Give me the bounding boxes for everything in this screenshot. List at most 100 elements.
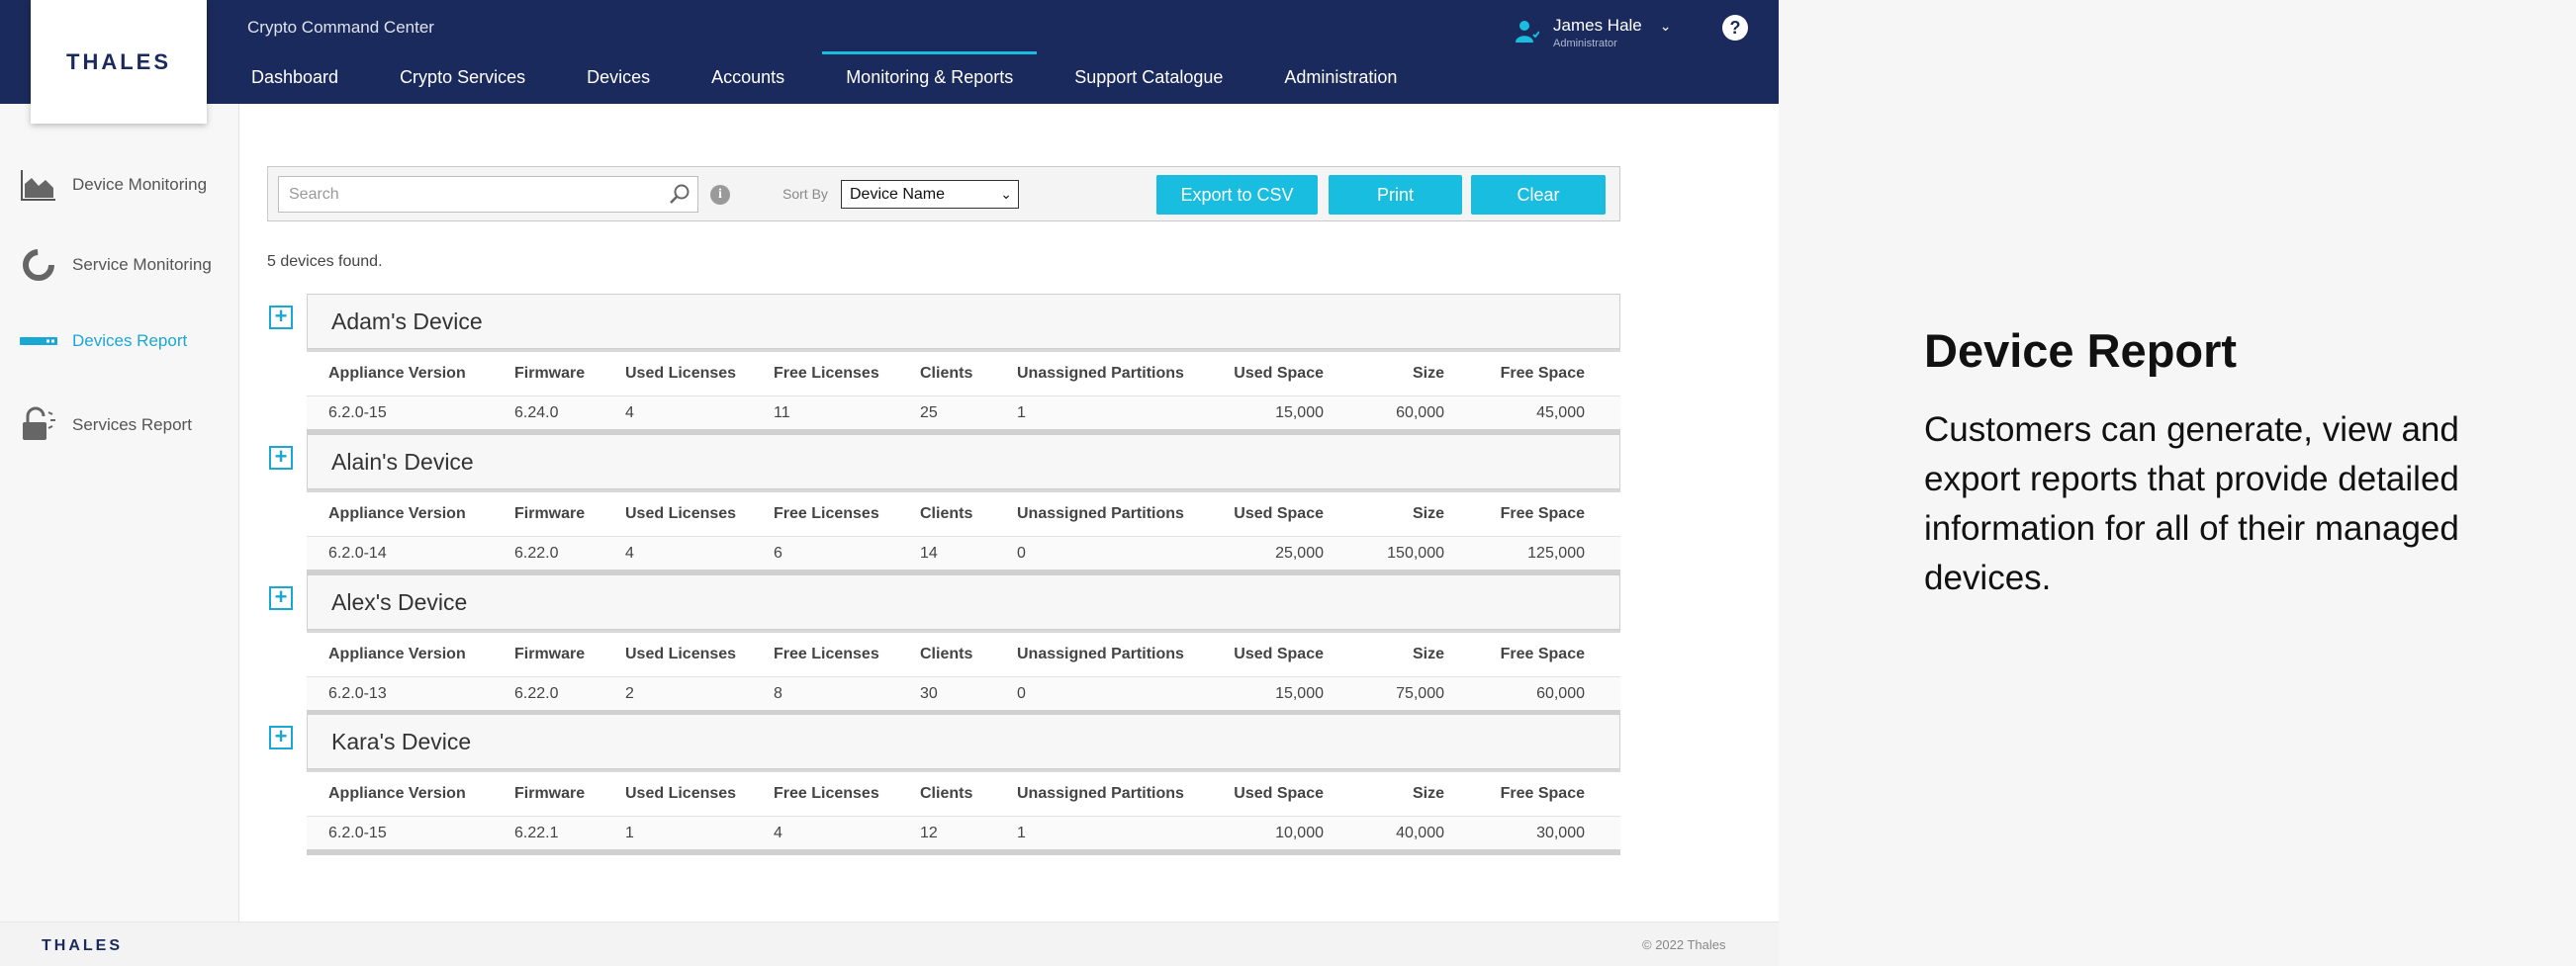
column-header: Firmware — [514, 505, 586, 522]
copyright: © 2022 Thales — [1642, 937, 1726, 952]
column-header: Used Licenses — [625, 505, 737, 522]
column-header: Size — [1412, 505, 1444, 522]
table-row: 6.2.0-14 6.22.0 4 6 14 0 25,000 150,000 125,000 — [307, 536, 1620, 575]
chevron-down-icon: ⌄ — [1000, 186, 1012, 202]
table-cell: 2 — [625, 684, 634, 702]
table-cell: 30 — [920, 684, 938, 702]
sort-by-select[interactable]: Device Name ⌄ — [841, 180, 1019, 209]
table-cell: 4 — [625, 544, 634, 562]
nav-administration[interactable]: Administration — [1260, 51, 1421, 104]
logo-text: THALES — [66, 48, 171, 74]
sidebar-item-service-monitoring[interactable]: Service Monitoring — [20, 245, 212, 285]
column-header: Firmware — [514, 646, 586, 662]
user-name: James Hale — [1553, 16, 1642, 35]
nav-monitoring-reports[interactable]: Monitoring & Reports — [822, 51, 1038, 104]
help-icon[interactable]: ? — [1722, 15, 1748, 41]
column-header: Unassigned Partitions — [1017, 646, 1184, 662]
table-cell: 14 — [920, 544, 938, 562]
footer: THALES © 2022 Thales — [0, 922, 1779, 966]
table-cell: 75,000 — [1396, 684, 1444, 702]
search-input[interactable] — [279, 177, 655, 212]
column-header: Unassigned Partitions — [1017, 785, 1184, 802]
expand-plus-icon[interactable]: + — [269, 726, 293, 749]
column-header: Clients — [920, 785, 973, 802]
logo[interactable]: THALES — [31, 0, 207, 124]
top-navigation-bar: Crypto Command Center Dashboard Crypto S… — [0, 0, 1779, 104]
search-icon[interactable] — [668, 183, 691, 207]
column-header: Used Licenses — [625, 646, 737, 662]
nav-accounts[interactable]: Accounts — [688, 51, 808, 104]
column-header: Clients — [920, 505, 973, 522]
column-header: Free Space — [1500, 365, 1585, 382]
device-block: + Kara's Device Appliance Version Firmware U… — [267, 714, 1620, 855]
column-header: Appliance Version — [328, 785, 466, 802]
table-cell: 1 — [1017, 824, 1026, 841]
nav-devices[interactable]: Devices — [563, 51, 674, 104]
sidebar-item-label: Service Monitoring — [72, 255, 212, 274]
area-chart-icon — [21, 170, 55, 201]
search-box — [278, 176, 698, 213]
user-menu[interactable]: James Hale Administrator ⌄ — [1514, 16, 1672, 55]
sidebar-item-devices-report[interactable]: Devices Report — [20, 321, 187, 361]
table-cell: 6.22.1 — [514, 824, 559, 841]
table-cell: 40,000 — [1396, 824, 1444, 841]
column-header: Appliance Version — [328, 646, 466, 662]
table-cell: 4 — [774, 824, 782, 841]
sort-by-value: Device Name — [850, 186, 946, 203]
table-header-row: Appliance Version Firmware Used Licenses Fr… — [307, 352, 1620, 395]
expand-plus-icon[interactable]: + — [269, 586, 293, 610]
table-cell: 0 — [1017, 684, 1026, 702]
info-icon[interactable]: i — [710, 185, 730, 205]
device-header[interactable]: Alain's Device — [307, 434, 1620, 489]
column-header: Clients — [920, 646, 973, 662]
table-cell: 4 — [625, 403, 634, 421]
column-header: Firmware — [514, 785, 586, 802]
device-table: Appliance Version Firmware Used Licenses Fr… — [307, 349, 1620, 435]
table-cell: 125,000 — [1527, 544, 1585, 562]
device-name: Kara's Device — [331, 729, 472, 754]
app-window: Crypto Command Center Dashboard Crypto S… — [0, 0, 1779, 966]
table-row: 6.2.0-15 6.24.0 4 11 25 1 15,000 60,000 45,000 — [307, 395, 1620, 435]
column-header: Used Licenses — [625, 365, 737, 382]
sidebar-item-label: Services Report — [72, 415, 192, 434]
table-cell: 6.2.0-15 — [328, 824, 387, 841]
expand-plus-icon[interactable]: + — [269, 306, 293, 329]
table-cell: 6.2.0-15 — [328, 403, 387, 421]
device-header[interactable]: Kara's Device — [307, 714, 1620, 769]
user-role: Administrator — [1553, 38, 1617, 49]
sidebar-item-label: Devices Report — [72, 331, 188, 350]
app-title: Crypto Command Center — [247, 18, 434, 37]
clear-button[interactable]: Clear — [1471, 175, 1606, 215]
device-header[interactable]: Adam's Device — [307, 294, 1620, 349]
column-header: Size — [1412, 646, 1444, 662]
column-header: Free Space — [1500, 505, 1585, 522]
column-header: Firmware — [514, 365, 586, 382]
table-cell: 6.2.0-13 — [328, 684, 387, 702]
column-header: Unassigned Partitions — [1017, 505, 1184, 522]
sidebar-item-services-report[interactable]: Services Report — [20, 405, 192, 445]
nav-support-catalogue[interactable]: Support Catalogue — [1051, 51, 1246, 104]
device-header[interactable]: Alex's Device — [307, 574, 1620, 630]
nav-dashboard[interactable]: Dashboard — [228, 51, 362, 104]
footer-logo: THALES — [42, 937, 123, 954]
table-row: 6.2.0-15 6.22.1 1 4 12 1 10,000 40,000 30,000 — [307, 816, 1620, 855]
device-table: Appliance Version Firmware Used Licenses Fr… — [307, 489, 1620, 575]
nav-crypto-services[interactable]: Crypto Services — [376, 51, 549, 104]
device-block: + Alex's Device Appliance Version Firmware U… — [267, 574, 1620, 716]
device-name: Adam's Device — [331, 308, 483, 334]
expand-plus-icon[interactable]: + — [269, 446, 293, 470]
main-nav: Dashboard Crypto Services Devices Accoun… — [228, 51, 1434, 104]
chevron-down-icon[interactable]: ⌄ — [1660, 18, 1672, 55]
table-cell: 60,000 — [1536, 684, 1585, 702]
sidebar-item-device-monitoring[interactable]: Device Monitoring — [20, 165, 207, 205]
table-cell: 6.22.0 — [514, 544, 559, 562]
table-header-row: Appliance Version Firmware Used Licenses Fr… — [307, 633, 1620, 676]
column-header: Free Space — [1500, 646, 1585, 662]
column-header: Appliance Version — [328, 365, 466, 382]
print-button[interactable]: Print — [1329, 175, 1462, 215]
export-csv-button[interactable]: Export to CSV — [1156, 175, 1318, 215]
table-cell: 45,000 — [1536, 403, 1585, 421]
table-header-row: Appliance Version Firmware Used Licenses Fr… — [307, 492, 1620, 536]
table-cell: 11 — [774, 403, 790, 421]
user-icon — [1516, 21, 1539, 43]
